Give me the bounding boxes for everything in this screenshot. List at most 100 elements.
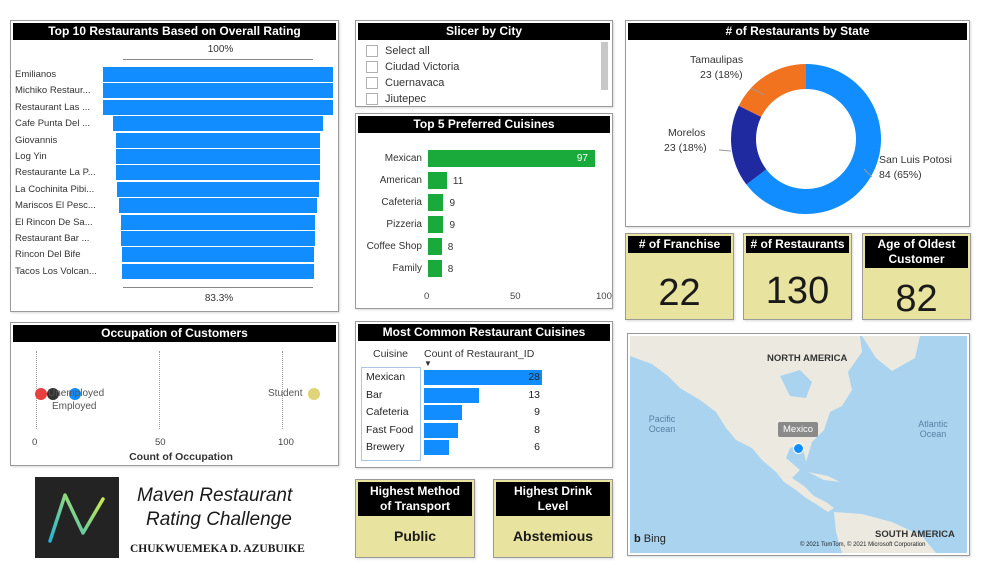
map-marker-icon[interactable] xyxy=(793,443,804,454)
cuisine-label: Cafeteria xyxy=(381,197,422,208)
funnel-bar xyxy=(115,165,321,181)
map-tooltip: Mexico xyxy=(778,422,819,437)
map-label-pacific: Pacific Ocean xyxy=(648,414,676,434)
funnel-bar xyxy=(117,181,319,197)
drink-value: Abstemious xyxy=(512,528,594,544)
map-label-north-america: NORTH AMERICA xyxy=(767,353,848,364)
occupation-panel: Occupation of Customers 0 50 100 Unemployed… xyxy=(10,322,339,466)
common-cuisines-panel: Most Common Restaurant Cuisines Cuisine … xyxy=(355,321,613,468)
occupation-tick: 50 xyxy=(155,437,166,448)
funnel-bar xyxy=(120,214,316,230)
occupation-dot[interactable] xyxy=(307,388,320,400)
funnel-label: Giovannis xyxy=(15,134,58,146)
city-slicer-panel: Slicer by City Select all Ciudad Victori… xyxy=(355,20,613,107)
cuisine-tick: 100 xyxy=(596,291,612,302)
table-row-count: 8 xyxy=(534,423,540,436)
funnel-label: El Rincon De Sa... xyxy=(15,216,93,228)
map-label-atlantic: Atlantic Ocean xyxy=(918,419,948,439)
table-row-bar[interactable] xyxy=(424,405,462,421)
table-row-count: 6 xyxy=(534,441,540,454)
funnel-bar xyxy=(115,132,321,148)
cuisine-value: 9 xyxy=(449,198,456,209)
kpi-franchise: # of Franchise 22 xyxy=(625,233,734,320)
top10-title: Top 10 Restaurants Based on Overall Rati… xyxy=(13,23,336,40)
cuisines-title: Top 5 Preferred Cuisines xyxy=(358,116,610,133)
top10-top-line xyxy=(123,59,313,60)
slicer-item-cuernavaca[interactable]: Cuernavaca xyxy=(366,77,444,89)
table-row-count: 28 xyxy=(528,371,540,383)
occupation-label: Unemployed xyxy=(48,388,105,399)
slicer-item-select-all[interactable]: Select all xyxy=(366,45,430,57)
table-row-cuisine: Mexican xyxy=(366,371,406,383)
cuisine-bar xyxy=(428,238,442,255)
kpi-restaurants-value: 130 xyxy=(765,270,830,312)
cuisine-bar xyxy=(428,194,444,211)
top10-panel: Top 10 Restaurants Based on Overall Rati… xyxy=(10,20,339,312)
drink-card: Highest Drink Level Abstemious xyxy=(493,479,613,558)
table-row-count: 9 xyxy=(534,406,540,419)
table-row-bar[interactable] xyxy=(424,387,479,403)
cuisine-label: Coffee Shop xyxy=(366,241,422,252)
checkbox-icon[interactable] xyxy=(366,93,378,105)
funnel-bar xyxy=(103,67,333,82)
table-row-bar[interactable] xyxy=(424,440,450,456)
table-row-cuisine: Fast Food xyxy=(366,423,414,436)
donut-slice[interactable] xyxy=(731,105,767,185)
funnel-label: Michiko Restaur... xyxy=(15,85,91,97)
transport-label: Highest Method of Transport xyxy=(358,482,472,516)
cuisine-value: 97 xyxy=(576,153,588,164)
map-panel[interactable]: NORTH AMERICA Pacific Ocean Atlantic Oce… xyxy=(627,333,970,556)
sort-arrow-icon[interactable]: ▼ xyxy=(424,359,432,368)
table-header-cuisine[interactable]: Cuisine xyxy=(373,348,408,360)
bing-logo: b Bing xyxy=(634,533,666,545)
cuisine-value: 8 xyxy=(447,264,454,275)
state-title: # of Restaurants by State xyxy=(628,23,967,40)
occupation-tick: 0 xyxy=(32,437,38,448)
donut-slice[interactable] xyxy=(738,63,806,117)
label-slp-name: San Luis Potosi xyxy=(879,154,952,166)
brand-author: CHUKWUEMEKA D. AZUBUIKE xyxy=(130,543,305,555)
table-row-cuisine: Cafeteria xyxy=(366,406,409,419)
slicer-scrollbar[interactable] xyxy=(601,42,608,90)
checkbox-icon[interactable] xyxy=(366,61,378,73)
occupation-dot[interactable] xyxy=(34,388,47,400)
state-panel: # of Restaurants by State Tamaulipas 23 … xyxy=(625,20,970,227)
bing-logo-icon: b xyxy=(634,533,641,545)
common-title: Most Common Restaurant Cuisines xyxy=(358,324,610,341)
label-slp-value: 84 (65%) xyxy=(879,169,922,181)
kpi-franchise-value: 22 xyxy=(658,272,701,314)
occupation-title: Occupation of Customers xyxy=(13,325,336,342)
table-row-count: 13 xyxy=(528,388,540,401)
label-morelos-name: Morelos xyxy=(668,127,706,139)
cuisine-bar xyxy=(428,216,444,233)
funnel-label: Rincon Del Bife xyxy=(15,249,81,261)
checkbox-icon[interactable] xyxy=(366,77,378,89)
cuisine-value: 8 xyxy=(447,242,454,253)
occupation-gridline xyxy=(159,351,160,429)
slicer-title: Slicer by City xyxy=(358,23,610,40)
top10-bottom-line xyxy=(123,287,313,288)
label-tamaulipas-value: 23 (18%) xyxy=(700,69,743,81)
table-header-count[interactable]: Count of Restaurant_ID xyxy=(424,348,534,360)
slicer-item-ciudad-victoria[interactable]: Ciudad Victoria xyxy=(366,61,459,73)
funnel-label: Restaurant Las ... xyxy=(15,101,90,113)
label-morelos-value: 23 (18%) xyxy=(664,142,707,154)
slicer-item-jiutepec[interactable]: Jiutepec xyxy=(366,93,426,105)
cuisine-label: Mexican xyxy=(384,153,422,164)
cuisine-tick: 50 xyxy=(510,291,521,302)
funnel-label: Cafe Punta Del ... xyxy=(15,118,90,130)
transport-value: Public xyxy=(393,528,436,544)
funnel-label: La Cochinita Pibi... xyxy=(15,183,95,195)
cuisine-value: 11 xyxy=(452,176,464,187)
checkbox-icon[interactable] xyxy=(366,45,378,57)
kpi-oldest-value: 82 xyxy=(895,278,938,320)
label-tamaulipas-name: Tamaulipas xyxy=(690,54,744,66)
map-label-south-america: SOUTH AMERICA xyxy=(875,529,955,540)
cuisine-label: American xyxy=(379,175,422,186)
maven-logo-icon xyxy=(48,493,105,543)
kpi-restaurants-label: # of Restaurants xyxy=(746,236,849,253)
table-row-cuisine: Brewery xyxy=(366,441,405,454)
funnel-label: Emilianos xyxy=(15,69,57,80)
cuisine-bar xyxy=(428,172,447,189)
table-row-bar[interactable] xyxy=(424,422,458,438)
